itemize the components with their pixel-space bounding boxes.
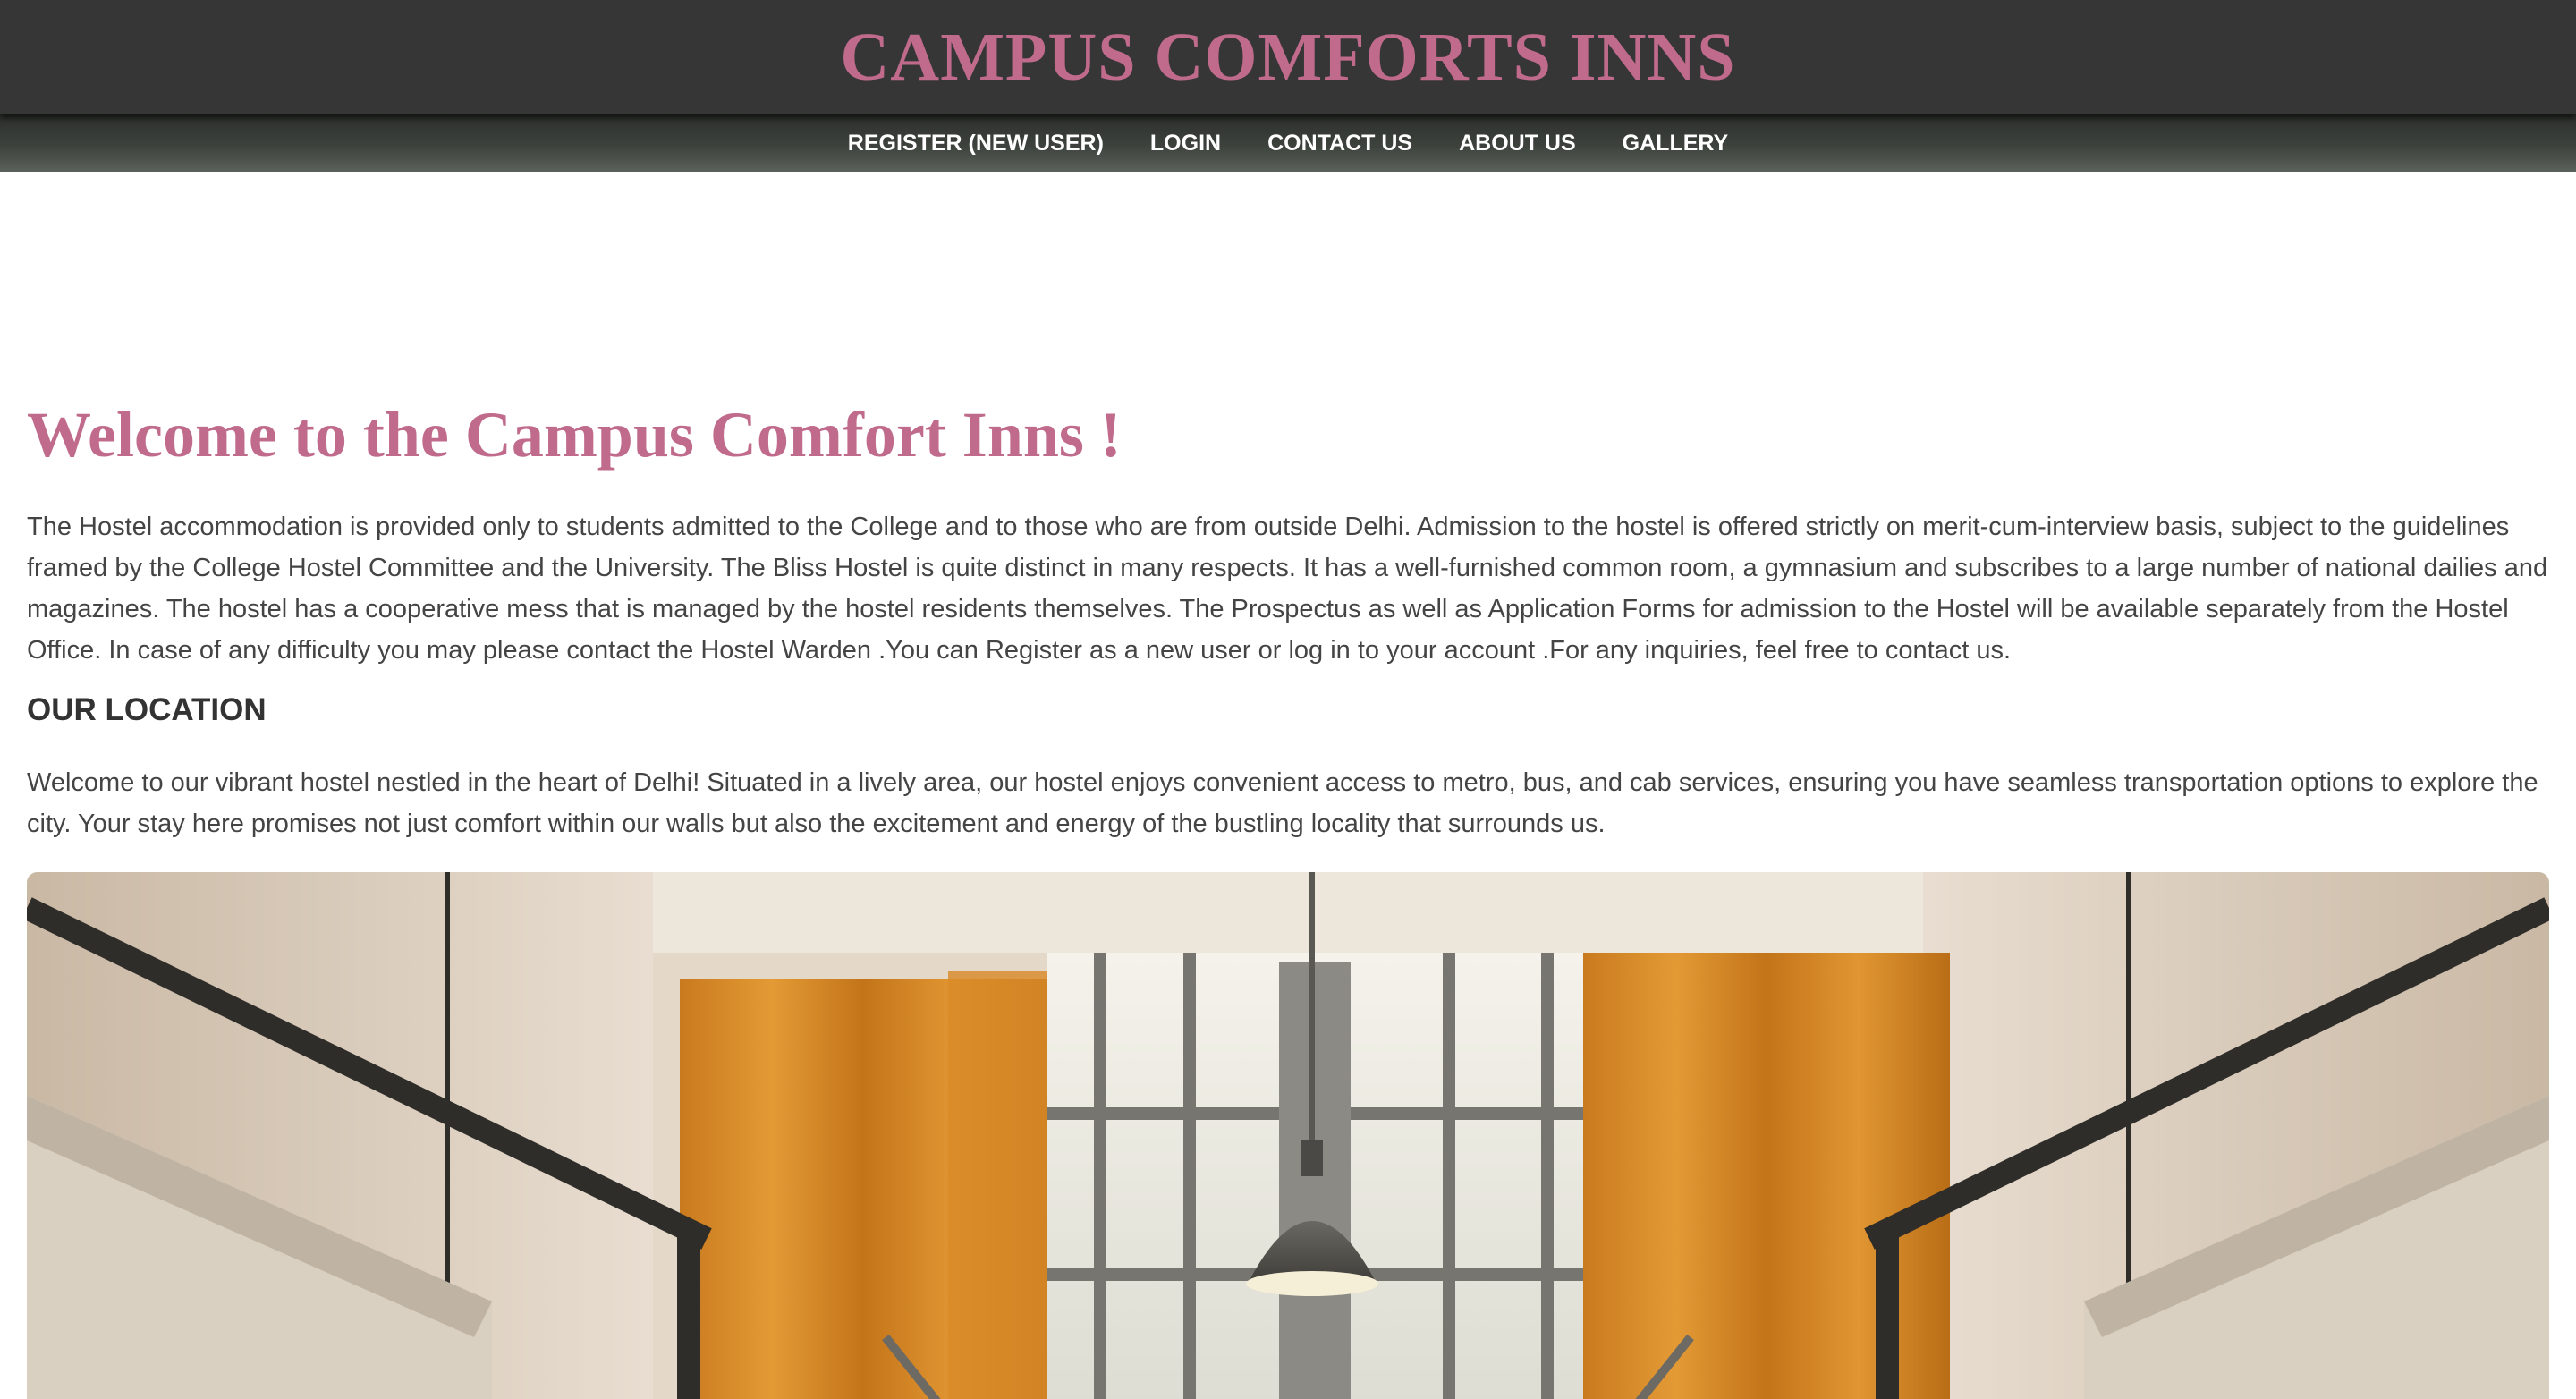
location-text: Welcome to our vibrant hostel nestled in… bbox=[27, 768, 2538, 838]
nav-login[interactable]: LOGIN bbox=[1150, 131, 1221, 157]
site-title: CAMPUS COMFORTS INNS bbox=[840, 19, 1736, 95]
hostel-room-illustration bbox=[27, 872, 2549, 1399]
hostel-room-photo bbox=[27, 872, 2549, 1399]
nav-bar: REGISTER (NEW USER) LOGIN CONTACT US ABO… bbox=[0, 114, 2576, 172]
location-heading: OUR LOCATION bbox=[27, 692, 267, 727]
nav-contact-us[interactable]: CONTACT US bbox=[1267, 131, 1412, 157]
nav-about-us[interactable]: ABOUT US bbox=[1459, 131, 1576, 157]
nav-register[interactable]: REGISTER (NEW USER) bbox=[848, 131, 1104, 157]
intro-text: The Hostel accommodation is provided onl… bbox=[27, 513, 2548, 665]
nav-gallery[interactable]: GALLERY bbox=[1623, 131, 1729, 157]
site-header: CAMPUS COMFORTS INNS bbox=[0, 0, 2576, 114]
welcome-heading: Welcome to the Campus Comfort Inns ! bbox=[27, 399, 1122, 471]
